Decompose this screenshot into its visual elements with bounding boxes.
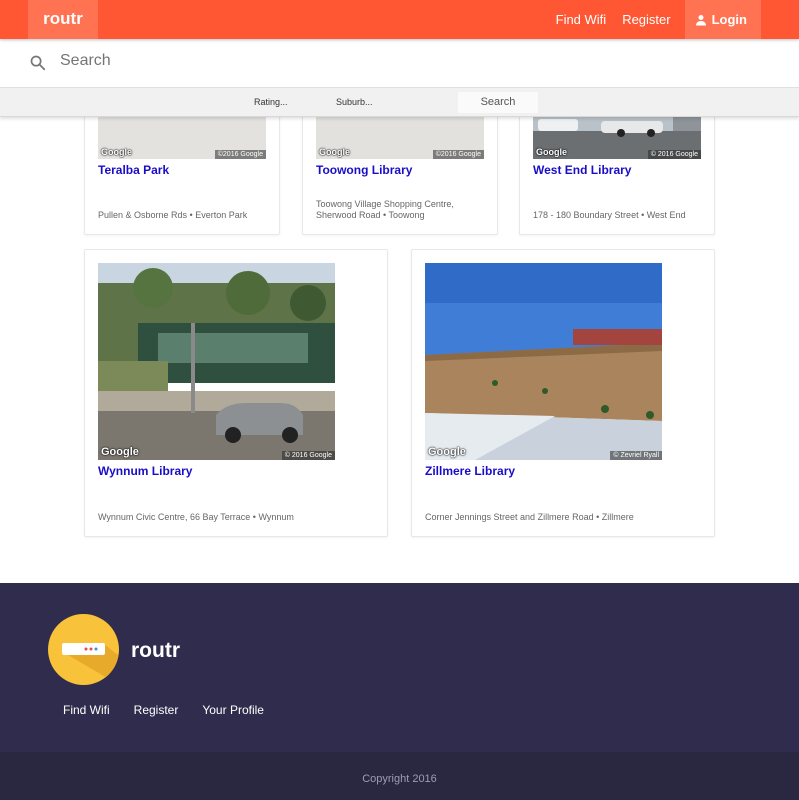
venue-card[interactable]: Google ©2016 Google Teralba Park Pullen … <box>84 100 280 235</box>
footer: routr Find Wifi Register Your Profile <box>0 583 799 752</box>
nav-register-link[interactable]: Register <box>622 12 670 27</box>
google-watermark: Google <box>101 147 132 157</box>
venue-title[interactable]: Zillmere Library <box>425 464 515 478</box>
google-watermark: Google <box>536 147 567 157</box>
nav-links: Find Wifi Register Login <box>540 0 761 39</box>
venue-card[interactable]: Google © Zevriel Ryall Zillmere Library … <box>411 249 715 537</box>
login-label: Login <box>711 12 747 27</box>
venue-address: Wynnum Civic Centre, 66 Bay Terrace • Wy… <box>98 512 294 522</box>
google-watermark: Google <box>101 446 139 458</box>
venue-address: Pullen & Osborne Rds • Everton Park <box>98 210 248 220</box>
venue-title[interactable]: Toowong Library <box>316 163 412 177</box>
footer-brand: routr <box>131 639 180 662</box>
venue-title[interactable]: Wynnum Library <box>98 464 192 478</box>
venue-address: 178 - 180 Boundary Street • West End <box>533 210 686 220</box>
photo-credit: © Zevriel Ryall <box>610 451 662 460</box>
footer-find-wifi-link[interactable]: Find Wifi <box>63 703 110 717</box>
venue-photo: Google © 2016 Google <box>98 263 335 460</box>
venue-address: Corner Jennings Street and Zillmere Road… <box>425 512 634 522</box>
venue-title[interactable]: West End Library <box>533 163 631 177</box>
photo-credit: © 2016 Google <box>281 451 335 460</box>
venue-title[interactable]: Teralba Park <box>98 163 169 177</box>
router-logo-icon <box>48 614 119 685</box>
top-navbar: routr Find Wifi Register Login <box>0 0 799 39</box>
filter-bar: Rating... Suburb... Search <box>0 88 799 117</box>
rating-filter[interactable]: Rating... <box>254 97 288 107</box>
footer-links: Find Wifi Register Your Profile <box>63 703 288 717</box>
photo-credit: ©2016 Google <box>214 150 266 159</box>
google-watermark: Google <box>428 446 466 458</box>
google-watermark: Google <box>319 147 350 157</box>
venue-address: Toowong Village Shopping Centre, Sherwoo… <box>316 199 454 221</box>
venue-card[interactable]: Google © 2016 Google West End Library 17… <box>519 100 715 235</box>
photo-credit: ©2016 Google <box>432 150 484 159</box>
login-button[interactable]: Login <box>684 0 761 39</box>
nav-find-wifi-link[interactable]: Find Wifi <box>556 12 607 27</box>
footer-profile-link[interactable]: Your Profile <box>202 703 264 717</box>
venue-address-line: Sherwood Road • Toowong <box>316 210 425 220</box>
photo-credit: © 2016 Google <box>647 150 701 159</box>
suburb-filter[interactable]: Suburb... <box>336 97 373 107</box>
brand-logo[interactable]: routr <box>28 0 98 39</box>
venue-card[interactable]: Google © 2016 Google Wynnum Library Wynn… <box>84 249 388 537</box>
venue-address-line: Toowong Village Shopping Centre, <box>316 199 454 209</box>
search-icon <box>30 55 46 71</box>
venue-card[interactable]: Google ©2016 Google Toowong Library Toow… <box>302 100 498 235</box>
search-bar <box>0 39 799 88</box>
user-icon <box>695 14 706 25</box>
search-input[interactable] <box>60 52 460 70</box>
street-scene-image <box>98 263 335 460</box>
footer-register-link[interactable]: Register <box>134 703 179 717</box>
copyright: Copyright 2016 <box>0 752 799 800</box>
street-scene-image <box>425 263 662 460</box>
venue-photo: Google © Zevriel Ryall <box>425 263 662 460</box>
filter-search-button[interactable]: Search <box>458 92 538 113</box>
